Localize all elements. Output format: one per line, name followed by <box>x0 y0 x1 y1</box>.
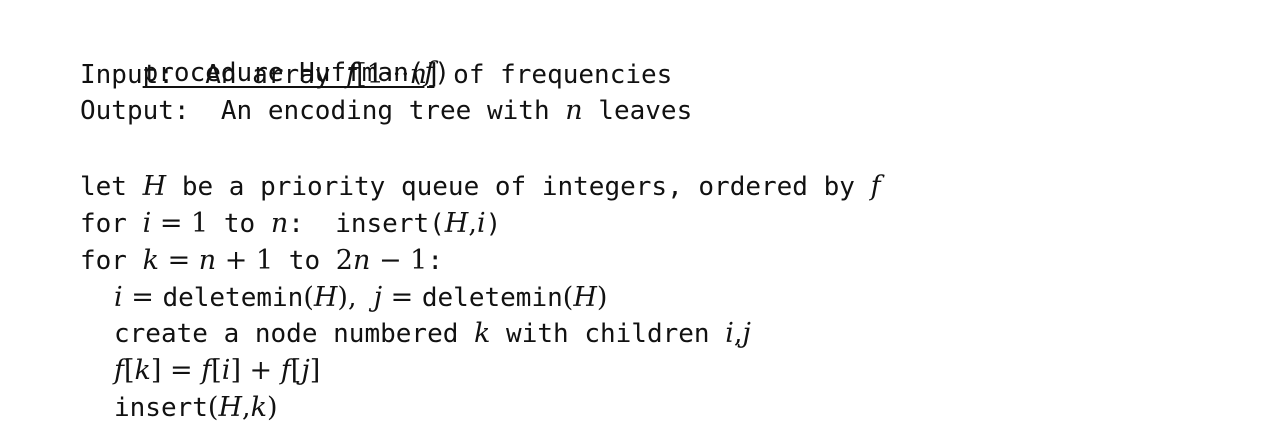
for-merge-line: for k = n + 1 to 2n − 1: <box>80 245 443 276</box>
output-line: Output: An encoding tree with n leaves <box>80 95 693 126</box>
input-line: Input: An array f[1···n] of frequencies <box>80 59 673 90</box>
frequency-sum-line: f[k] = f[i] + f[j] <box>114 355 321 386</box>
insert-node-line: insert(H,k) <box>114 392 278 423</box>
create-node-line: create a node numbered k with children i… <box>114 318 751 349</box>
procedure-header: procedure Huffman(f) <box>142 57 451 88</box>
for-insert-line: for i = 1 to n: insert(H,i) <box>80 208 502 239</box>
deletemin-line: i = deletemin(H), j = deletemin(H) <box>114 282 608 313</box>
let-line: let H be a priority queue of integers, o… <box>80 171 881 202</box>
